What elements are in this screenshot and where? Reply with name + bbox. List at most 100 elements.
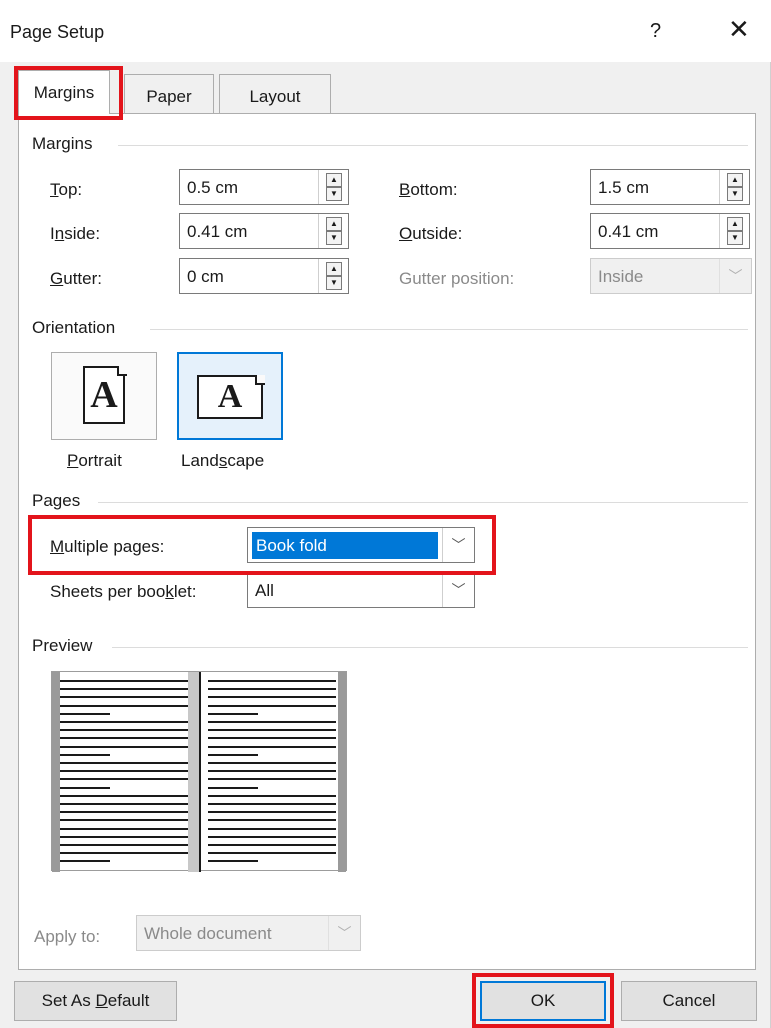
preview-text-line xyxy=(208,852,336,855)
help-button[interactable]: ? xyxy=(650,20,661,43)
preview-text-line xyxy=(60,827,188,830)
dialog-title: Page Setup xyxy=(10,22,105,42)
preview-text-line xyxy=(208,803,336,805)
chevron-down-icon[interactable]: ﹀ xyxy=(442,528,474,562)
spin-down-icon[interactable]: ▼ xyxy=(727,187,743,201)
preview-text-line xyxy=(208,778,336,781)
preview-group-divider xyxy=(112,647,748,648)
apply-to-select: Whole document ﹀ xyxy=(136,915,361,951)
preview-text-line xyxy=(60,835,188,838)
preview-text-line xyxy=(60,770,188,773)
spin-down-icon[interactable]: ▼ xyxy=(326,231,342,245)
preview-text-line xyxy=(60,729,188,732)
preview-text-line xyxy=(60,819,188,822)
spin-up-icon[interactable]: ▲ xyxy=(727,173,743,187)
preview-text-line xyxy=(208,811,336,814)
portrait-label: Portrait xyxy=(67,451,122,470)
landscape-label: Landscape xyxy=(181,451,265,470)
set-as-default-button[interactable]: Set As Default xyxy=(14,981,177,1021)
page-fold-icon xyxy=(117,366,127,376)
spin-up-icon[interactable]: ▲ xyxy=(326,262,342,276)
orientation-group-divider xyxy=(150,329,748,330)
preview-text-line xyxy=(60,680,188,682)
preview-text-line xyxy=(208,794,336,797)
ok-button[interactable]: OK xyxy=(480,981,606,1021)
tab-margins[interactable]: Margins xyxy=(18,70,110,114)
inside-label: Inside: xyxy=(50,224,101,243)
preview-text-line xyxy=(208,712,258,715)
preview-text-line xyxy=(60,852,188,855)
preview-left-margin xyxy=(52,672,60,872)
preview-text-line xyxy=(60,745,188,748)
bottom-margin-value: 1.5 cm xyxy=(598,178,650,197)
landscape-button[interactable]: A xyxy=(177,352,283,440)
preview-text-line xyxy=(60,803,188,805)
gutter-spinner[interactable]: 0 cm ▲ ▼ xyxy=(179,258,349,294)
close-button[interactable]: ✕ xyxy=(728,16,750,42)
spin-up-icon[interactable]: ▲ xyxy=(727,217,743,231)
preview-fold-line xyxy=(199,672,201,872)
preview-text-line xyxy=(60,753,110,756)
preview-text-line xyxy=(208,786,258,789)
preview-text-line xyxy=(208,860,258,863)
outside-margin-spinner[interactable]: 0.41 cm ▲ ▼ xyxy=(590,213,750,249)
margins-tab-panel: Margins Top: 0.5 cm ▲ ▼ Bottom: 1.5 cm ▲… xyxy=(18,113,756,970)
margins-group-label: Margins xyxy=(32,134,93,153)
preview-text-line xyxy=(60,688,188,691)
top-label: Top: xyxy=(50,180,83,199)
tab-paper[interactable]: Paper xyxy=(124,74,214,114)
apply-to-value: Whole document xyxy=(144,924,272,943)
margins-group-divider xyxy=(118,145,748,146)
top-margin-arrows: ▲ ▼ xyxy=(318,170,348,204)
preview-text-line xyxy=(208,827,336,830)
portrait-button[interactable]: A xyxy=(51,352,157,440)
preview-text-line xyxy=(60,721,188,723)
pages-group-divider xyxy=(98,502,748,503)
gutter-arrows: ▲ ▼ xyxy=(318,259,348,293)
multiple-pages-label: Multiple pages: xyxy=(50,537,165,556)
spin-down-icon[interactable]: ▼ xyxy=(326,187,342,201)
spin-down-icon[interactable]: ▼ xyxy=(326,276,342,290)
gutter-value: 0 cm xyxy=(187,267,224,286)
landscape-page-icon: A xyxy=(197,375,263,419)
bottom-margin-arrows: ▲ ▼ xyxy=(719,170,749,204)
pages-group-label: Pages xyxy=(32,491,81,510)
gutter-label: Gutter: xyxy=(50,269,102,288)
preview-text-line xyxy=(60,737,188,740)
gutter-position-label: Gutter position: xyxy=(399,269,515,288)
preview-text-line xyxy=(208,737,336,740)
preview-text-line xyxy=(208,819,336,822)
preview-text-line xyxy=(208,688,336,691)
page-fold-icon xyxy=(255,375,265,385)
sheets-per-booklet-select[interactable]: All ﹀ xyxy=(247,572,475,608)
page-preview xyxy=(51,671,347,872)
bottom-label: Bottom: xyxy=(399,180,458,199)
tab-layout[interactable]: Layout xyxy=(219,74,331,114)
multiple-pages-select[interactable]: Book fold ﹀ xyxy=(247,527,475,563)
preview-text-line xyxy=(60,811,188,814)
bottom-margin-spinner[interactable]: 1.5 cm ▲ ▼ xyxy=(590,169,750,205)
gutter-position-select: Inside ﹀ xyxy=(590,258,752,294)
inside-margin-arrows: ▲ ▼ xyxy=(318,214,348,248)
cancel-button[interactable]: Cancel xyxy=(621,981,757,1021)
apply-to-label: Apply to: xyxy=(34,927,101,946)
inside-margin-value: 0.41 cm xyxy=(187,222,248,241)
spin-up-icon[interactable]: ▲ xyxy=(326,217,342,231)
preview-text-line xyxy=(208,770,336,773)
title-bar: Page Setup ? ✕ xyxy=(0,0,771,62)
preview-text-line xyxy=(208,844,336,846)
preview-text-line xyxy=(208,745,336,748)
spin-down-icon[interactable]: ▼ xyxy=(727,231,743,245)
preview-text-line xyxy=(60,794,188,797)
chevron-down-icon[interactable]: ﹀ xyxy=(442,573,474,607)
spin-up-icon[interactable]: ▲ xyxy=(326,173,342,187)
preview-text-line xyxy=(208,704,336,707)
top-margin-spinner[interactable]: 0.5 cm ▲ ▼ xyxy=(179,169,349,205)
preview-text-line xyxy=(208,753,258,756)
gutter-position-value: Inside xyxy=(598,267,644,286)
outside-margin-arrows: ▲ ▼ xyxy=(719,214,749,248)
preview-text-line xyxy=(60,860,110,863)
preview-text-line xyxy=(208,680,336,682)
inside-margin-spinner[interactable]: 0.41 cm ▲ ▼ xyxy=(179,213,349,249)
preview-text-line xyxy=(60,712,110,715)
